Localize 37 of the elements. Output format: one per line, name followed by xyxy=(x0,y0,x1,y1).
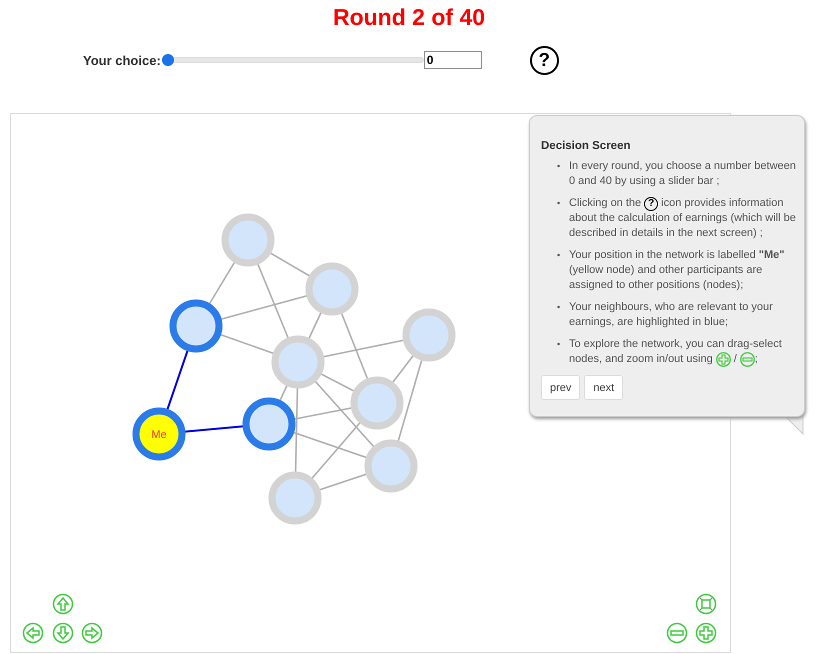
tooltip-item-text: ; xyxy=(754,352,758,367)
pan-down-icon[interactable] xyxy=(52,622,74,644)
choice-slider[interactable] xyxy=(162,54,424,66)
slider-thumb[interactable] xyxy=(162,54,174,66)
zoom-out-icon xyxy=(740,352,755,367)
zoom-out-icon[interactable] xyxy=(666,622,688,644)
network-node[interactable] xyxy=(242,398,296,450)
help-icon: ? xyxy=(644,196,658,210)
prev-button[interactable]: prev xyxy=(541,375,580,400)
bullet-marker: • xyxy=(557,249,562,262)
tooltip-item-text: Your neighbours, who are relevant to your earnings, are highlighted in blue; xyxy=(569,300,774,330)
choice-input[interactable]: 0 xyxy=(424,51,482,69)
tooltip-item-text: icon provides information xyxy=(661,196,784,211)
zoom-in-icon xyxy=(716,352,731,367)
next-button[interactable]: next xyxy=(584,375,624,400)
fit-view-icon[interactable] xyxy=(695,593,717,615)
network-node[interactable] xyxy=(170,300,222,352)
help-icon[interactable]: ? xyxy=(530,46,559,74)
pan-right-icon[interactable] xyxy=(81,622,103,644)
my-node[interactable]: Me xyxy=(132,408,186,460)
round-title: Round 2 of 40 xyxy=(332,3,486,31)
choice-label: Your choice: xyxy=(83,52,161,68)
tooltip-item-text: To explore the network, you can drag-select xyxy=(569,337,782,352)
separator-text: / xyxy=(734,352,737,367)
tooltip-item-text: In every round, you choose a number between 0 and 40 by using a slider bar ; xyxy=(569,159,796,189)
pan-up-icon[interactable] xyxy=(52,593,74,615)
tooltip-heading: Decision Screen xyxy=(541,140,632,152)
bullet-marker: • xyxy=(557,197,562,210)
bullet-marker: • xyxy=(557,160,562,173)
zoom-in-icon[interactable] xyxy=(695,622,717,644)
bullet-marker: • xyxy=(557,301,562,314)
tooltip-item-text: Your position in the network is labelled "Me" (yellow node) and other participants are assigned to other positions (nodes); xyxy=(569,248,786,293)
tooltip-item-text: nodes, and zoom in/out using xyxy=(569,352,713,367)
pan-left-icon[interactable] xyxy=(22,622,44,644)
bullet-marker: • xyxy=(557,338,562,351)
tooltip-item-text: about the calculation of earnings (which will be described in details in the next screen) ; xyxy=(569,211,796,241)
tooltip-item-text: Clicking on the xyxy=(569,196,642,211)
